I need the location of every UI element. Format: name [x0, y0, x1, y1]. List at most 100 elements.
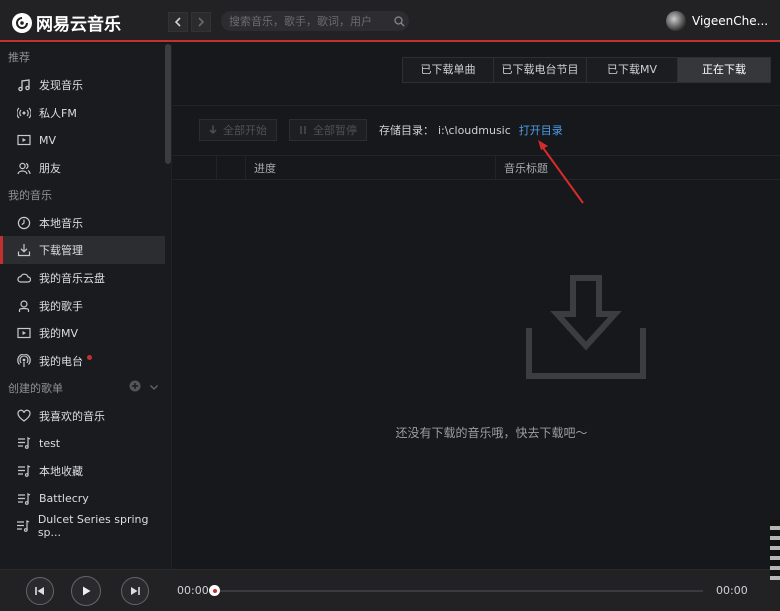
sidebar-item-liked-music[interactable]: 我喜欢的音乐 [0, 402, 165, 430]
sidebar-item-label: 本地音乐 [39, 216, 83, 230]
app-logo[interactable]: 网易云音乐 [12, 10, 121, 35]
download-arrow-icon [209, 125, 217, 134]
annotation-arrow [538, 140, 584, 204]
tab-downloaded-songs[interactable]: 已下载单曲 [403, 58, 494, 82]
play-icon [83, 586, 91, 596]
sidebar-item-mv[interactable]: MV [0, 126, 165, 154]
sidebar-item-label: Dulcet Series spring sp... [37, 513, 149, 540]
download-toolbar: 全部开始 全部暂停 存储目录： i:\cloudmusic 打开目录 [199, 119, 563, 141]
tab-downloading[interactable]: 正在下载 [678, 58, 770, 82]
sidebar-item-label: 私人FM [39, 106, 77, 120]
sidebar-item-label: 我的MV [39, 327, 79, 341]
next-icon [131, 587, 140, 595]
sidebar-item-label: 我的音乐云盘 [39, 271, 105, 285]
sidebar-item-friends[interactable]: 朋友 [0, 154, 165, 182]
playlist-icon [16, 518, 31, 534]
sidebar-item-label: MV [39, 133, 57, 147]
notification-dot [87, 354, 92, 360]
app-title: 网易云音乐 [36, 15, 121, 35]
progress-bar[interactable] [213, 590, 703, 592]
section-title-my-music: 我的音乐 [8, 188, 52, 202]
search-box [221, 11, 409, 31]
sidebar-item-label: 发现音乐 [39, 78, 83, 92]
music-note-icon [16, 77, 32, 93]
cloud-icon [16, 270, 32, 286]
column-header [173, 156, 217, 179]
sidebar-item-label: 下载管理 [39, 244, 83, 258]
tab-downloaded-mv[interactable]: 已下载MV [587, 58, 678, 82]
storage-label: 存储目录： [379, 124, 434, 137]
user-profile[interactable]: VigeenChe... [666, 11, 768, 31]
podcast-icon [16, 353, 32, 369]
empty-state-message: 还没有下载的音乐哦，快去下载吧～ [395, 426, 588, 440]
start-all-button[interactable]: 全部开始 [199, 119, 277, 141]
friends-icon [16, 160, 32, 176]
player-bar: 00:00 00:00 [0, 569, 780, 611]
sidebar-item-download-manager[interactable]: 下载管理 [0, 236, 165, 265]
previous-button[interactable] [26, 577, 54, 605]
sidebar-item-label: Battlecry [39, 492, 89, 506]
storage-path: i:\cloudmusic [438, 123, 511, 137]
section-title-created-playlists: 创建的歌单 [0, 375, 171, 402]
sidebar-item-playlist-dulcet[interactable]: Dulcet Series spring sp... [0, 513, 165, 541]
download-table-header: 进度 音乐标题 [173, 155, 780, 180]
netease-logo-icon [12, 12, 32, 33]
playlist-icon [16, 435, 32, 451]
sidebar-item-playlist-test[interactable]: test [0, 430, 165, 458]
progress-knob[interactable] [209, 585, 220, 596]
pause-icon [300, 126, 306, 134]
sidebar-item-playlist-local-favorites[interactable]: 本地收藏 [0, 457, 165, 485]
forward-button[interactable] [191, 12, 211, 32]
sidebar-item-local-music[interactable]: 本地音乐 [0, 209, 165, 237]
section-title-recommend: 推荐 [8, 51, 30, 64]
sidebar-item-my-singers[interactable]: 我的歌手 [0, 292, 165, 320]
back-button[interactable] [168, 12, 188, 32]
chevron-right-icon [198, 17, 205, 27]
pause-all-button[interactable]: 全部暂停 [289, 119, 367, 141]
sidebar-item-label: 我的电台 [39, 355, 83, 369]
divider [173, 105, 780, 106]
edge-decoration [770, 520, 780, 580]
sidebar-item-label: 我喜欢的音乐 [39, 409, 105, 423]
radio-icon [16, 105, 32, 121]
sidebar-item-playlist-battlecry[interactable]: Battlecry [0, 485, 165, 513]
video-icon [16, 325, 32, 341]
search-input[interactable] [229, 14, 389, 28]
sidebar-item-music-cloud[interactable]: 我的音乐云盘 [0, 264, 165, 292]
download-icon [16, 242, 32, 258]
column-header-progress[interactable]: 进度 [246, 156, 496, 179]
chevron-left-icon [174, 17, 181, 27]
sidebar-item-my-mv[interactable]: 我的MV [0, 320, 165, 348]
title-bar: 网易云音乐 VigeenChe... [0, 0, 780, 42]
playlist-icon [16, 491, 32, 507]
sidebar: 推荐 发现音乐 私人FM MV 朋友 我的音乐 本地音乐 下载管理 我的音乐云盘… [0, 44, 172, 569]
sidebar-item-label: 朋友 [39, 161, 61, 175]
tab-downloaded-radio[interactable]: 已下载电台节目 [494, 58, 587, 82]
avatar[interactable] [666, 11, 686, 31]
sidebar-item-personal-fm[interactable]: 私人FM [0, 99, 165, 127]
download-tabs: 已下载单曲 已下载电台节目 已下载MV 正在下载 [402, 57, 771, 83]
play-button[interactable] [71, 576, 101, 606]
column-header [217, 156, 246, 179]
next-button[interactable] [121, 577, 149, 605]
video-icon [16, 132, 32, 148]
main-content: 已下载单曲 已下载电台节目 已下载MV 正在下载 全部开始 全部暂停 存储目录：… [173, 44, 780, 569]
current-time: 00:00 [177, 584, 209, 597]
sidebar-item-discover-music[interactable]: 发现音乐 [0, 71, 165, 99]
playlist-icon [16, 463, 32, 479]
username[interactable]: VigeenChe... [692, 14, 768, 28]
heart-icon [16, 408, 32, 424]
empty-download-icon [526, 275, 646, 379]
sidebar-item-my-radio[interactable]: 我的电台 [0, 347, 165, 375]
sidebar-item-label: test [39, 436, 61, 450]
sidebar-scrollbar[interactable] [165, 44, 171, 164]
chevron-down-icon[interactable] [149, 375, 159, 402]
search-icon[interactable] [389, 11, 409, 31]
sidebar-item-label: 我的歌手 [39, 299, 83, 313]
previous-icon [35, 587, 44, 595]
total-time: 00:00 [716, 584, 748, 597]
sidebar-item-label: 本地收藏 [39, 465, 83, 479]
singer-icon [16, 298, 32, 314]
clock-icon [16, 215, 32, 231]
add-playlist-icon[interactable] [129, 375, 141, 402]
